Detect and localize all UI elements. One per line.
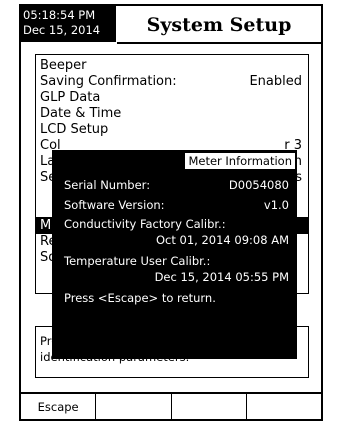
software-version-value: v1.0 [263, 198, 289, 212]
factory-calibration-value: Oct 01, 2014 09:08 AM [156, 233, 289, 247]
softkey-4[interactable] [247, 394, 321, 419]
user-calibration-label: Temperature User Calibr.: [64, 254, 211, 268]
clock-time: 05:18:54 PM [23, 8, 96, 22]
escape-softkey[interactable]: Escape [21, 394, 97, 419]
meter-information-dialog: Meter Information Serial Number: D005408… [52, 150, 297, 359]
softkey-2[interactable] [96, 394, 172, 419]
clock-date: Dec 15, 2014 [23, 23, 101, 37]
escape-hint: Press <Escape> to return. [64, 291, 216, 305]
menu-item-lcd-setup[interactable]: LCD Setup [40, 122, 108, 138]
serial-number-row: Serial Number: D0054080 [64, 178, 289, 193]
software-version-label: Software Version: [64, 198, 165, 212]
softkey-3[interactable] [172, 394, 247, 419]
factory-calibration-label: Conductivity Factory Calibr.: [64, 217, 226, 231]
dialog-title: Meter Information [184, 152, 296, 170]
serial-number-label: Serial Number: [64, 178, 151, 192]
menu-item-beeper[interactable]: Beeper [40, 58, 87, 74]
user-calibration-value: Dec 15, 2014 05:55 PM [154, 270, 289, 284]
menu-item-glp-data[interactable]: GLP Data [40, 90, 100, 106]
menu-item-date-time[interactable]: Date & Time [40, 106, 121, 122]
software-version-row: Software Version: v1.0 [64, 198, 289, 213]
menu-item-saving-confirmation[interactable]: Saving Confirmation: [40, 74, 177, 90]
clock-panel: 05:18:54 PM Dec 15, 2014 [21, 6, 116, 42]
softkey-bar: Escape [21, 392, 321, 419]
menu-value-saving-confirmation: Enabled [249, 74, 302, 89]
page-title: System Setup [117, 6, 321, 44]
serial-number-value: D0054080 [228, 178, 289, 192]
